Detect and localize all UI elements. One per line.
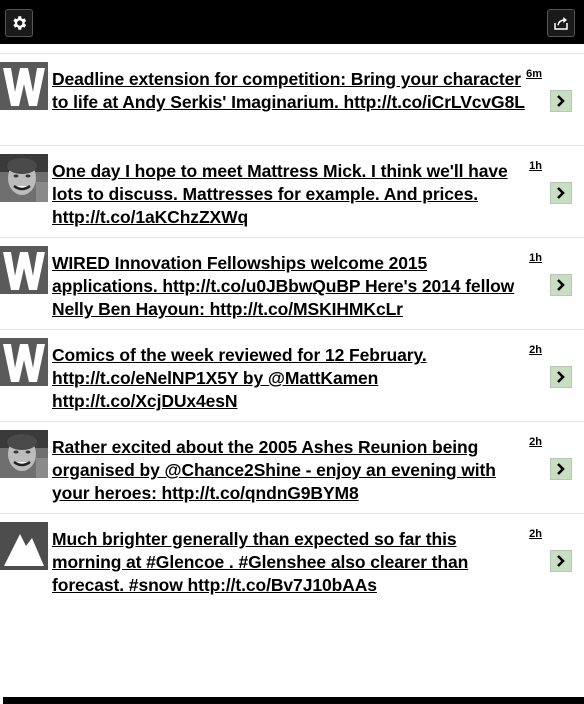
tweet-row[interactable]: WIRED Innovation Fellowships welcome 201… (0, 237, 584, 329)
chevron-right-icon (557, 555, 565, 567)
chevron-right-icon (557, 95, 565, 107)
chevron-right-icon (557, 371, 565, 383)
avatar[interactable] (0, 62, 48, 110)
open-tweet-button[interactable] (550, 90, 572, 112)
tweet-row[interactable]: Rather excited about the 2005 Ashes Reun… (0, 421, 584, 513)
chevron-right-icon (557, 279, 565, 291)
tweet-text[interactable]: One day I hope to meet Mattress Mick. I … (52, 160, 530, 229)
gear-icon (13, 16, 27, 30)
tweet-row[interactable]: One day I hope to meet Mattress Mick. I … (0, 145, 584, 237)
tweet-feed: Deadline extension for competition: Brin… (0, 53, 584, 605)
settings-button[interactable] (5, 9, 33, 37)
tweet-text[interactable]: WIRED Innovation Fellowships welcome 201… (52, 252, 530, 321)
tweet-text[interactable]: Rather excited about the 2005 Ashes Reun… (52, 436, 530, 505)
chevron-right-icon (557, 187, 565, 199)
avatar[interactable] (0, 430, 48, 478)
tweet-timestamp[interactable]: 1h (529, 252, 542, 264)
tweet-text[interactable]: Comics of the week reviewed for 12 Febru… (52, 344, 530, 413)
tweet-timestamp[interactable]: 1h (529, 160, 542, 172)
open-tweet-button[interactable] (550, 458, 572, 480)
avatar[interactable] (0, 522, 48, 570)
share-button[interactable] (547, 9, 575, 37)
tweet-timestamp[interactable]: 2h (529, 528, 542, 540)
open-tweet-button[interactable] (550, 366, 572, 388)
tweet-text[interactable]: Much brighter generally than expected so… (52, 528, 530, 597)
top-toolbar (0, 0, 584, 44)
tweet-timestamp[interactable]: 2h (529, 344, 542, 356)
tweet-timestamp[interactable]: 2h (529, 436, 542, 448)
chevron-right-icon (557, 463, 565, 475)
open-tweet-button[interactable] (550, 550, 572, 572)
avatar[interactable] (0, 246, 48, 294)
open-tweet-button[interactable] (550, 182, 572, 204)
tweet-text[interactable]: Deadline extension for competition: Brin… (52, 68, 530, 114)
tweet-row[interactable]: Much brighter generally than expected so… (0, 513, 584, 605)
tweet-timestamp[interactable]: 6m (526, 68, 542, 80)
share-icon (554, 17, 568, 30)
avatar[interactable] (0, 154, 48, 202)
open-tweet-button[interactable] (550, 274, 572, 296)
tweet-row[interactable]: Deadline extension for competition: Brin… (0, 53, 584, 145)
tweet-row[interactable]: Comics of the week reviewed for 12 Febru… (0, 329, 584, 421)
avatar[interactable] (0, 338, 48, 386)
bottom-bar (3, 697, 584, 704)
